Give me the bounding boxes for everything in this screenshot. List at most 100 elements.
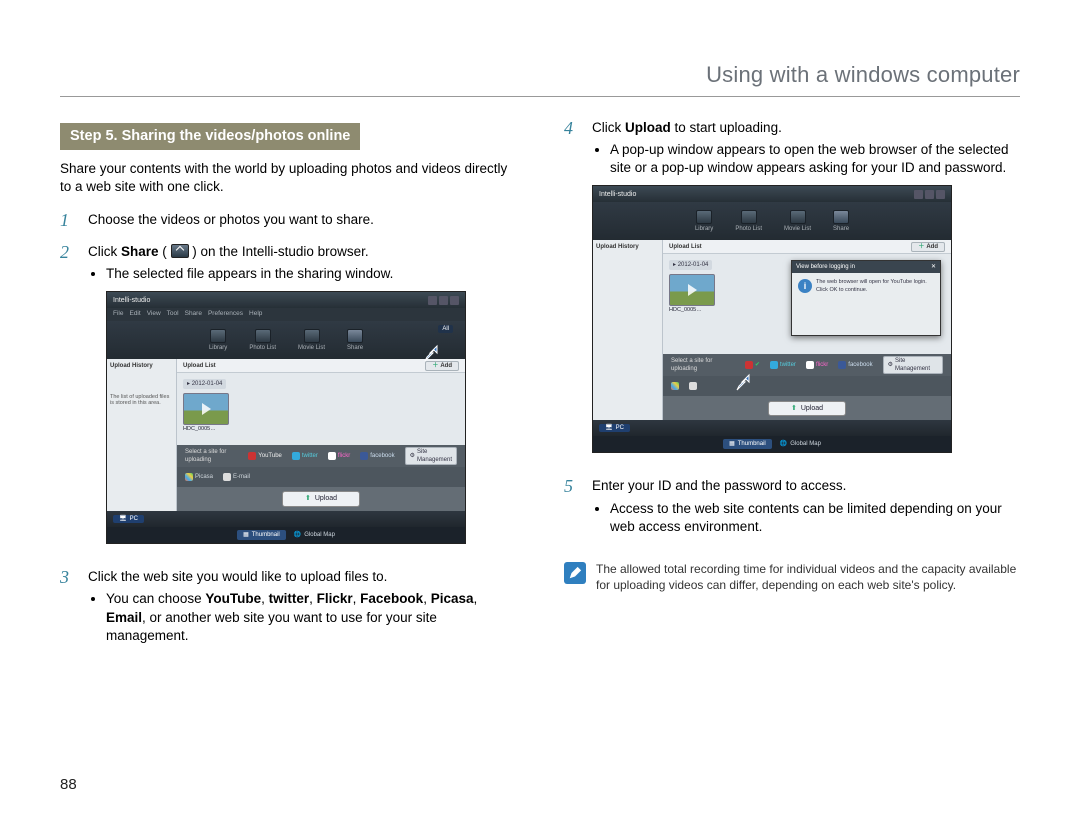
text-fragment: You can choose — [106, 591, 205, 606]
site-twitter[interactable]: twitter — [770, 361, 796, 369]
sidebar-upload-history: Upload History — [593, 240, 663, 420]
column-right: 4 Click Upload to start uploading. A pop… — [564, 119, 1020, 663]
upload-list-header: Upload List ＋Add — [663, 240, 951, 254]
pc-badge-label: PC — [130, 515, 138, 523]
menu-item[interactable]: Preferences — [208, 310, 243, 319]
site-email[interactable] — [689, 382, 697, 390]
toolbar-photo-list[interactable]: Photo List — [249, 329, 276, 352]
upload-row: ⬆Upload — [663, 396, 951, 420]
add-button[interactable]: ＋Add — [911, 242, 945, 252]
menu-item[interactable]: Tool — [167, 310, 179, 319]
pc-badge[interactable]: 🖥 PC — [599, 424, 630, 432]
tab-label: Thumbnail — [738, 440, 766, 448]
menu-item[interactable]: Help — [249, 310, 262, 319]
step-body: Click the web site you would like to upl… — [88, 568, 516, 653]
bullet-list: You can choose YouTube, twitter, Flickr,… — [88, 590, 516, 645]
thumbnail-tab[interactable]: ▦ Thumbnail — [723, 439, 772, 449]
upload-button[interactable]: ⬆Upload — [768, 401, 846, 416]
site-management-button[interactable]: ⚙Site Management — [883, 356, 943, 374]
window-min-button[interactable] — [914, 190, 923, 199]
toolbar-photo-list[interactable]: Photo List — [735, 210, 762, 233]
site-youtube[interactable]: ✔ — [745, 361, 760, 369]
popup-body: i The web browser will open for YouTube … — [792, 273, 940, 300]
site-flickr[interactable]: flickr — [806, 361, 828, 369]
site-youtube[interactable]: YouTube — [248, 452, 282, 460]
upload-list-body: ▸ 2012-01-04 HDC_0005… View before loggi… — [663, 254, 951, 354]
device-bar: 🖥 PC — [107, 511, 465, 527]
menu-item[interactable]: Share — [185, 310, 202, 319]
step-text: Click the web site you would like to upl… — [88, 568, 516, 586]
toolbar-share[interactable]: Share — [347, 329, 363, 352]
text-fragment: ( — [159, 244, 171, 259]
toolbar-movie-list[interactable]: Movie List — [298, 329, 325, 352]
screenshot-intelli-studio-share: Intelli-studio File Edit View Tool Share — [106, 291, 466, 544]
menu-bar: File Edit View Tool Share Preferences He… — [107, 308, 465, 321]
sites-row-label: Select a site for uploading — [671, 357, 735, 373]
upload-button[interactable]: ⬆Upload — [282, 491, 360, 506]
sidebar-description: The list of uploaded files is stored in … — [110, 394, 173, 406]
note-text: The allowed total recording time for ind… — [596, 562, 1020, 593]
global-map-tab[interactable]: 🌐 Global Map — [294, 531, 335, 539]
two-column-layout: Step 5. Sharing the videos/photos online… — [60, 119, 1020, 663]
window-close-button[interactable] — [450, 296, 459, 305]
popup-close-button[interactable]: ✕ — [931, 263, 936, 271]
device-bar: 🖥 PC — [593, 420, 951, 436]
text-fragment: Click — [88, 244, 121, 259]
window-max-button[interactable] — [439, 296, 448, 305]
window-close-button[interactable] — [936, 190, 945, 199]
site-label: Picasa — [195, 473, 213, 481]
site-picasa[interactable] — [671, 382, 679, 390]
callout-arrow-icon — [733, 372, 753, 392]
window-min-button[interactable] — [428, 296, 437, 305]
step-number: 3 — [60, 568, 74, 653]
menu-item[interactable]: File — [113, 310, 123, 319]
site-facebook[interactable]: facebook — [838, 361, 872, 369]
video-thumbnail[interactable] — [669, 274, 715, 306]
pc-badge-label: PC — [616, 424, 624, 432]
site-label: E-mail — [233, 473, 250, 481]
video-thumbnail[interactable] — [183, 393, 229, 425]
bold-keyword: Email — [106, 610, 142, 625]
window-titlebar: Intelli-studio — [107, 292, 465, 308]
site-mgmt-label: Site Management — [895, 357, 938, 373]
site-twitter[interactable]: twitter — [292, 452, 318, 460]
thumbnail-tab[interactable]: ▦ Thumbnail — [237, 530, 286, 540]
date-group-label: ▸ 2012-01-04 — [183, 379, 226, 389]
bullet-item: The selected file appears in the sharing… — [106, 265, 516, 283]
tab-label: Global Map — [304, 531, 335, 539]
play-icon — [202, 403, 211, 415]
step-2: 2 Click Share ( ) on the Intelli-studio … — [60, 243, 516, 558]
bold-keyword: Share — [121, 244, 159, 259]
upload-list-body: ▸ 2012-01-04 HDC_0005… — [177, 373, 465, 445]
site-facebook[interactable]: facebook — [360, 452, 394, 460]
thumbnail-caption: HDC_0005… — [183, 426, 459, 433]
sites-row: Select a site for uploading ✔ twitter fl… — [663, 354, 951, 376]
global-map-tab[interactable]: 🌐 Global Map — [780, 440, 821, 448]
site-email[interactable]: E-mail — [223, 473, 250, 481]
view-all-pill[interactable]: All — [438, 325, 453, 333]
column-left: Step 5. Sharing the videos/photos online… — [60, 119, 516, 663]
upload-button-label: Upload — [315, 494, 337, 503]
mode-toolbar: Library Photo List Movie List Share All — [107, 321, 465, 359]
toolbar-movie-list[interactable]: Movie List — [784, 210, 811, 233]
toolbar-library[interactable]: Library — [695, 210, 713, 233]
menu-item[interactable]: Edit — [129, 310, 140, 319]
site-picasa[interactable]: Picasa — [185, 473, 213, 481]
window-max-button[interactable] — [925, 190, 934, 199]
site-flickr[interactable]: flickr — [328, 452, 350, 460]
bullet-list: A pop-up window appears to open the web … — [592, 141, 1020, 177]
page-number: 88 — [60, 775, 77, 795]
toolbar-label: Library — [209, 344, 227, 352]
step-5: 5 Enter your ID and the password to acce… — [564, 477, 1020, 544]
bullet-item: You can choose YouTube, twitter, Flickr,… — [106, 590, 516, 645]
step-number: 5 — [564, 477, 578, 544]
step-body: Choose the videos or photos you want to … — [88, 211, 516, 233]
app-title: Intelli-studio — [113, 296, 150, 305]
menu-item[interactable]: View — [147, 310, 161, 319]
text-fragment: to start uploading. — [671, 120, 782, 135]
pc-badge[interactable]: 🖥 PC — [113, 515, 144, 523]
toolbar-share[interactable]: Share — [833, 210, 849, 233]
sites-row: Select a site for uploading YouTube twit… — [177, 445, 465, 467]
site-management-button[interactable]: ⚙Site Management — [405, 447, 457, 465]
toolbar-library[interactable]: Library — [209, 329, 227, 352]
